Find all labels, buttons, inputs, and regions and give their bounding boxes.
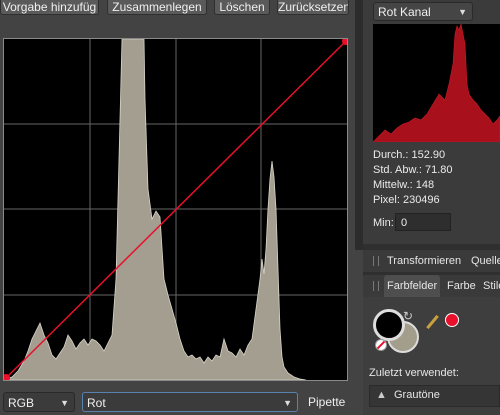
channel-histogram — [372, 22, 500, 143]
scrollbar[interactable] — [355, 0, 363, 250]
stat-pixels: Pixel: 230496 — [373, 194, 440, 206]
swap-colors-icon[interactable]: ↻ — [403, 309, 413, 323]
palette-name: Grautöne — [394, 389, 440, 401]
panel-grip-icon[interactable] — [373, 281, 379, 291]
min-value: 0 — [401, 217, 408, 229]
eyedropper-icon[interactable] — [426, 314, 439, 330]
min-label: Min: — [373, 217, 394, 229]
histogram-channel-value: Rot Kanal — [378, 5, 431, 19]
stat-mean: Durch.: 152.90 — [373, 149, 446, 161]
add-preset-button[interactable]: Vorgabe hinzufüg — [0, 0, 99, 15]
palette-icon: ▲ — [376, 389, 387, 401]
tab-color[interactable]: Farbe — [447, 275, 476, 297]
recently-used-label: Zuletzt verwendet: — [369, 367, 459, 379]
channel-select[interactable]: Rot ▼ — [82, 392, 298, 412]
merge-button[interactable]: Zusammenlegen — [107, 0, 207, 15]
chevron-down-icon: ▼ — [60, 398, 69, 408]
swatches-panel: ↻ Zuletzt verwendet: ▲ Grautöne — [363, 297, 500, 415]
primary-color-swatch[interactable] — [373, 309, 405, 341]
transform-tabbar: Transformieren Quelle — [363, 250, 500, 272]
channel-value: Rot — [87, 396, 106, 410]
tab-swatches[interactable]: Farbfelder — [384, 275, 441, 297]
stat-median: Mittelw.: 148 — [373, 179, 435, 191]
histogram-channel-select[interactable]: Rot Kanal ▼ — [373, 2, 473, 21]
palette-select[interactable]: ▲ Grautöne — [369, 385, 500, 407]
tab-styles[interactable]: Stile — [483, 275, 500, 297]
curves-graph[interactable] — [3, 38, 348, 381]
picker-button[interactable]: Pipette — [308, 395, 345, 409]
swatch-tabbar: Farbfelder Farbe Stile — [363, 275, 500, 297]
color-mode-select[interactable]: RGB ▼ — [3, 392, 75, 412]
no-color-icon[interactable] — [375, 339, 387, 351]
color-mode-value: RGB — [8, 396, 35, 410]
delete-button[interactable]: Löschen — [214, 0, 270, 15]
tab-sources[interactable]: Quelle — [471, 250, 500, 272]
accent-color-swatch[interactable] — [445, 313, 459, 327]
curves-canvas[interactable] — [4, 39, 347, 380]
stat-std-dev: Std. Abw.: 71.80 — [373, 164, 453, 176]
panel-grip-icon[interactable] — [373, 256, 379, 266]
red-histogram-graph — [372, 22, 500, 143]
reset-button[interactable]: Zurücksetzen — [277, 0, 349, 15]
tab-transform[interactable]: Transformieren — [387, 250, 461, 272]
chevron-down-icon: ▼ — [458, 7, 467, 17]
chevron-down-icon: ▼ — [283, 398, 292, 408]
min-input[interactable]: 0 — [395, 213, 451, 231]
